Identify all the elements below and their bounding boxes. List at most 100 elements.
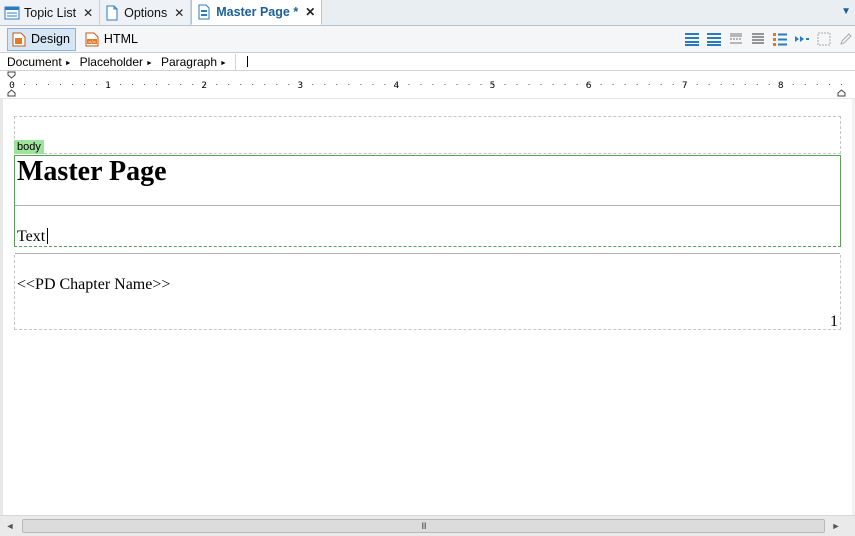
breadcrumb-document[interactable]: Document ►: [7, 55, 72, 69]
ruler-tick: [336, 84, 338, 85]
ruler-tick: [564, 84, 566, 85]
ruler-tick: [96, 84, 98, 85]
text-cursor: [47, 228, 49, 244]
tab-options[interactable]: Options ✕: [100, 0, 192, 25]
ruler-tick: [264, 84, 266, 85]
design-canvas[interactable]: body Master Page Text <<PD Chapter Name>…: [0, 99, 855, 515]
ruler-tick: [816, 84, 818, 85]
ruler-number: 1: [105, 81, 111, 91]
ruler-tick: [792, 84, 794, 85]
grip-icon: III: [421, 521, 426, 531]
ruler-tick: [408, 84, 410, 85]
ruler-tick: [144, 84, 146, 85]
horizontal-scrollbar[interactable]: ◄ III ►: [0, 515, 855, 536]
ruler-tick: [504, 84, 506, 85]
divider: [15, 253, 840, 254]
page-number[interactable]: 1: [830, 312, 838, 332]
html-mode-button[interactable]: </> HTML: [80, 28, 144, 51]
ruler-tick: [84, 84, 86, 85]
ruler-tick: [732, 84, 734, 85]
divider: [15, 205, 840, 206]
indent-marker[interactable]: [7, 71, 16, 79]
chevron-right-icon: ►: [220, 59, 227, 67]
ruler-tick: [768, 84, 770, 85]
ruler-tick: [432, 84, 434, 85]
ruler-tick: [828, 84, 830, 85]
chevron-right-icon: ►: [64, 59, 72, 67]
ruler-number: 0: [9, 81, 15, 91]
tab-topic-list[interactable]: Topic List ✕: [0, 0, 101, 25]
ruler-tick: [288, 84, 290, 85]
scrollbar-thumb[interactable]: III: [22, 519, 825, 533]
ruler-number: 6: [586, 81, 592, 91]
ruler-tick: [456, 84, 458, 85]
ruler-number: 7: [682, 81, 688, 91]
ruler[interactable]: 0 1 2 3 4 5 6 7 8: [0, 71, 855, 99]
header-placeholder[interactable]: [14, 116, 841, 154]
mode-toolbar: Design </> HTML: [0, 26, 855, 53]
ruler-tick: [348, 84, 350, 85]
ruler-tick: [636, 84, 638, 85]
page-heading[interactable]: Master Page: [17, 155, 167, 189]
ruler-tick: [228, 84, 230, 85]
ruler-number: 2: [201, 81, 207, 91]
tab-master-page[interactable]: Master Page * ✕: [191, 0, 323, 25]
breadcrumb-paragraph[interactable]: Paragraph ►: [161, 55, 227, 69]
body-tag-label[interactable]: body: [14, 140, 44, 154]
ruler-tick: [312, 84, 314, 85]
ruler-tick: [24, 84, 25, 85]
frame-icon[interactable]: [815, 29, 833, 49]
ruler-tick: [276, 84, 278, 85]
ruler-tick: [648, 84, 650, 85]
page-break-icon[interactable]: [727, 29, 745, 49]
ruler-tick: [72, 84, 74, 85]
breadcrumb: Document ► Placeholder ► Paragraph ►: [0, 53, 855, 71]
ruler-tick: [252, 84, 254, 85]
design-mode-button[interactable]: Design: [7, 27, 76, 51]
ruler-tick: [420, 84, 422, 85]
ruler-number: 8: [778, 81, 784, 91]
ruler-tick: [180, 84, 182, 85]
breadcrumb-placeholder[interactable]: Placeholder ►: [80, 55, 153, 69]
align-left-icon[interactable]: [683, 29, 701, 49]
ruler-tick: [48, 84, 49, 85]
body-text[interactable]: Text: [17, 227, 49, 247]
ruler-tick: [468, 84, 470, 85]
topic-list-icon: [4, 5, 20, 21]
master-page-icon: [196, 4, 212, 20]
ruler-number: 4: [394, 81, 400, 91]
overflow-chevrons-icon[interactable]: ▼: [841, 6, 851, 17]
svg-text:</>: </>: [88, 39, 96, 44]
chapter-name-field[interactable]: <<PD Chapter Name>>: [17, 275, 170, 295]
ruler-tick: [528, 84, 530, 85]
bullet-list-icon[interactable]: [771, 29, 789, 49]
close-icon[interactable]: ✕: [83, 6, 93, 20]
align-lines-icon[interactable]: [749, 29, 767, 49]
ruler-tick: [192, 84, 194, 85]
breadcrumb-text-field[interactable]: [234, 53, 259, 70]
ruler-tick: [804, 84, 806, 85]
ruler-tick: [324, 84, 326, 85]
ruler-tick: [480, 84, 482, 85]
close-icon[interactable]: ✕: [305, 5, 315, 19]
ruler-tick: [216, 84, 218, 85]
pencil-icon[interactable]: [837, 29, 855, 49]
ruler-tick: [168, 84, 170, 85]
document-icon: [104, 5, 120, 21]
scroll-left-icon[interactable]: ◄: [3, 519, 17, 533]
align-justify-icon[interactable]: [705, 29, 723, 49]
ruler-tick: [516, 84, 518, 85]
ruler-tick: [672, 84, 674, 85]
ruler-tick: [840, 84, 842, 85]
ruler-tick: [720, 84, 722, 85]
ruler-number: 5: [490, 81, 496, 91]
close-icon[interactable]: ✕: [174, 6, 184, 20]
tab-label: Topic List: [24, 5, 77, 20]
ruler-tick: [624, 84, 626, 85]
ruler-tick: [156, 84, 158, 85]
scroll-right-icon[interactable]: ►: [829, 519, 843, 533]
indent-marker[interactable]: [837, 89, 846, 97]
step-icon[interactable]: [793, 29, 811, 49]
ruler-tick: [384, 84, 386, 85]
ruler-tick: [444, 84, 446, 85]
